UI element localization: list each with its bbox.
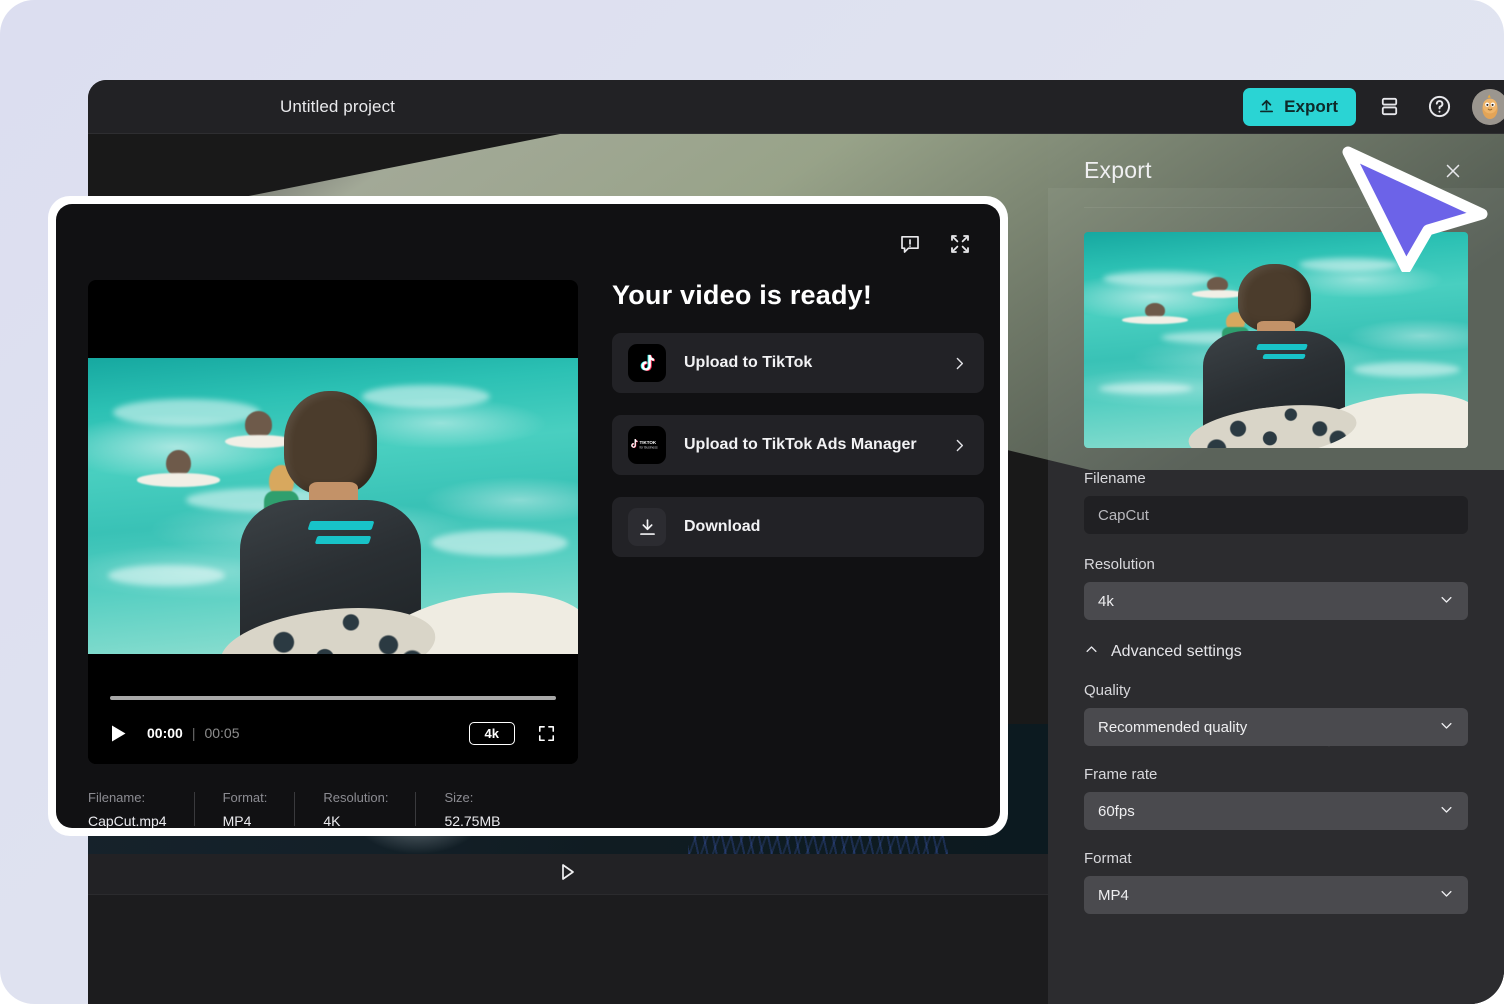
time-separator: |: [191, 725, 196, 741]
resolution-value: 4k: [1098, 592, 1114, 610]
collapse-icon[interactable]: [946, 230, 974, 258]
modal-tool-buttons: [896, 230, 974, 258]
format-value: MP4: [1098, 886, 1129, 904]
video-player: 00:00 | 00:05 4k: [88, 280, 578, 764]
upload-to-tiktok-ads-manager-button[interactable]: TIKTOK for Business Upload to TikTok Ads…: [612, 415, 984, 475]
chevron-down-icon: [1439, 886, 1454, 905]
surf-photo: [88, 358, 578, 654]
framerate-select[interactable]: 60fps: [1084, 792, 1468, 830]
advanced-settings-toggle[interactable]: Advanced settings: [1084, 642, 1468, 662]
meta-key: Size:: [444, 790, 474, 805]
ready-heading: Your video is ready!: [612, 280, 873, 310]
meta-item: Format: MP4: [223, 790, 296, 828]
export-panel: Export Filename CapCut Resolution 4k Adv…: [1048, 134, 1504, 1004]
export-actions: Your video is ready! Upload to TikTok TI…: [612, 280, 984, 557]
quality-select[interactable]: Recommended quality: [1084, 708, 1468, 746]
video-frame[interactable]: [88, 358, 578, 654]
project-title: Untitled project: [280, 96, 395, 116]
user-avatar[interactable]: [1472, 88, 1504, 125]
framerate-label: Frame rate: [1084, 766, 1158, 783]
close-icon[interactable]: [1438, 156, 1468, 186]
progress-bar[interactable]: [110, 696, 556, 700]
upload-icon: [1258, 98, 1275, 115]
meta-item: Size: 52.75MB: [444, 790, 528, 828]
format-label: Format: [1084, 850, 1132, 867]
meta-key: Format:: [222, 790, 268, 805]
play-icon[interactable]: [110, 724, 127, 743]
upload-to-tiktok-button[interactable]: Upload to TikTok: [612, 333, 984, 393]
framerate-value: 60fps: [1098, 802, 1135, 820]
timeline-panel[interactable]: [88, 894, 1048, 1004]
quality-label: Quality: [1084, 682, 1131, 699]
controls-row: 00:00 | 00:05 4k: [88, 716, 578, 750]
meta-value: 52.75MB: [444, 813, 501, 828]
chevron-right-icon: [951, 437, 968, 454]
chevron-right-icon: [951, 355, 968, 372]
meta-key: Resolution:: [323, 790, 389, 805]
meta-value: MP4: [222, 813, 252, 828]
preview-play-icon[interactable]: [559, 862, 577, 887]
feedback-icon[interactable]: [896, 230, 924, 258]
fullscreen-icon[interactable]: [537, 724, 556, 743]
meta-value: CapCut.mp4: [88, 813, 167, 828]
export-preview-thumbnail: [1084, 232, 1468, 448]
export-button-label: Export: [1284, 96, 1338, 116]
chevron-up-icon: [1084, 642, 1099, 662]
filename-input[interactable]: CapCut: [1084, 496, 1468, 534]
page-root: Untitled project Export Export Filename …: [0, 0, 1504, 1004]
file-metadata: Filename: CapCut.mp4 Format: MP4 Resolut…: [88, 790, 648, 828]
svg-text:for Business: for Business: [640, 446, 658, 450]
player-controls: 00:00 | 00:05 4k: [88, 678, 578, 764]
chevron-down-icon: [1439, 592, 1454, 611]
advanced-settings-label: Advanced settings: [1111, 643, 1242, 660]
preview-playbar: [88, 854, 1048, 894]
resolution-select[interactable]: 4k: [1084, 582, 1468, 620]
total-time: 00:05: [204, 725, 240, 741]
modal-body: 00:00 | 00:05 4k Filename: CapCut.mp4 Fo…: [56, 204, 1000, 828]
top-bar: Untitled project Export: [88, 80, 1504, 134]
tiktok-icon: [628, 344, 666, 382]
help-circle-icon[interactable]: [1422, 90, 1456, 124]
current-time: 00:00: [147, 725, 183, 741]
resolution-label: Resolution: [1084, 556, 1155, 573]
meta-item: Resolution: 4K: [323, 790, 417, 828]
filename-value: CapCut: [1098, 506, 1149, 524]
format-select[interactable]: MP4: [1084, 876, 1468, 914]
export-panel-title: Export: [1084, 157, 1152, 183]
tiktok-business-icon: TIKTOK for Business: [628, 426, 666, 464]
export-button[interactable]: Export: [1243, 87, 1356, 126]
action-label: Download: [684, 518, 761, 535]
chevron-down-icon: [1439, 718, 1454, 737]
quality-value: Recommended quality: [1098, 718, 1248, 736]
download-button[interactable]: Download: [612, 497, 984, 557]
surf-photo: [1084, 232, 1468, 448]
action-label: Upload to TikTok Ads Manager: [684, 436, 917, 453]
layout-panel-icon[interactable]: [1372, 90, 1406, 124]
filename-label: Filename: [1084, 470, 1146, 487]
download-icon: [628, 508, 666, 546]
quality-badge[interactable]: 4k: [468, 721, 515, 745]
chevron-down-icon: [1439, 802, 1454, 821]
export-panel-header: Export: [1084, 134, 1468, 208]
meta-key: Filename:: [88, 790, 146, 805]
meta-item: Filename: CapCut.mp4: [88, 790, 195, 828]
action-label: Upload to TikTok: [684, 354, 813, 371]
top-bar-actions: Export: [1243, 87, 1504, 126]
export-success-modal: 00:00 | 00:05 4k Filename: CapCut.mp4 Fo…: [48, 196, 1008, 836]
meta-value: 4K: [323, 813, 341, 828]
svg-text:TIKTOK: TIKTOK: [640, 440, 657, 445]
